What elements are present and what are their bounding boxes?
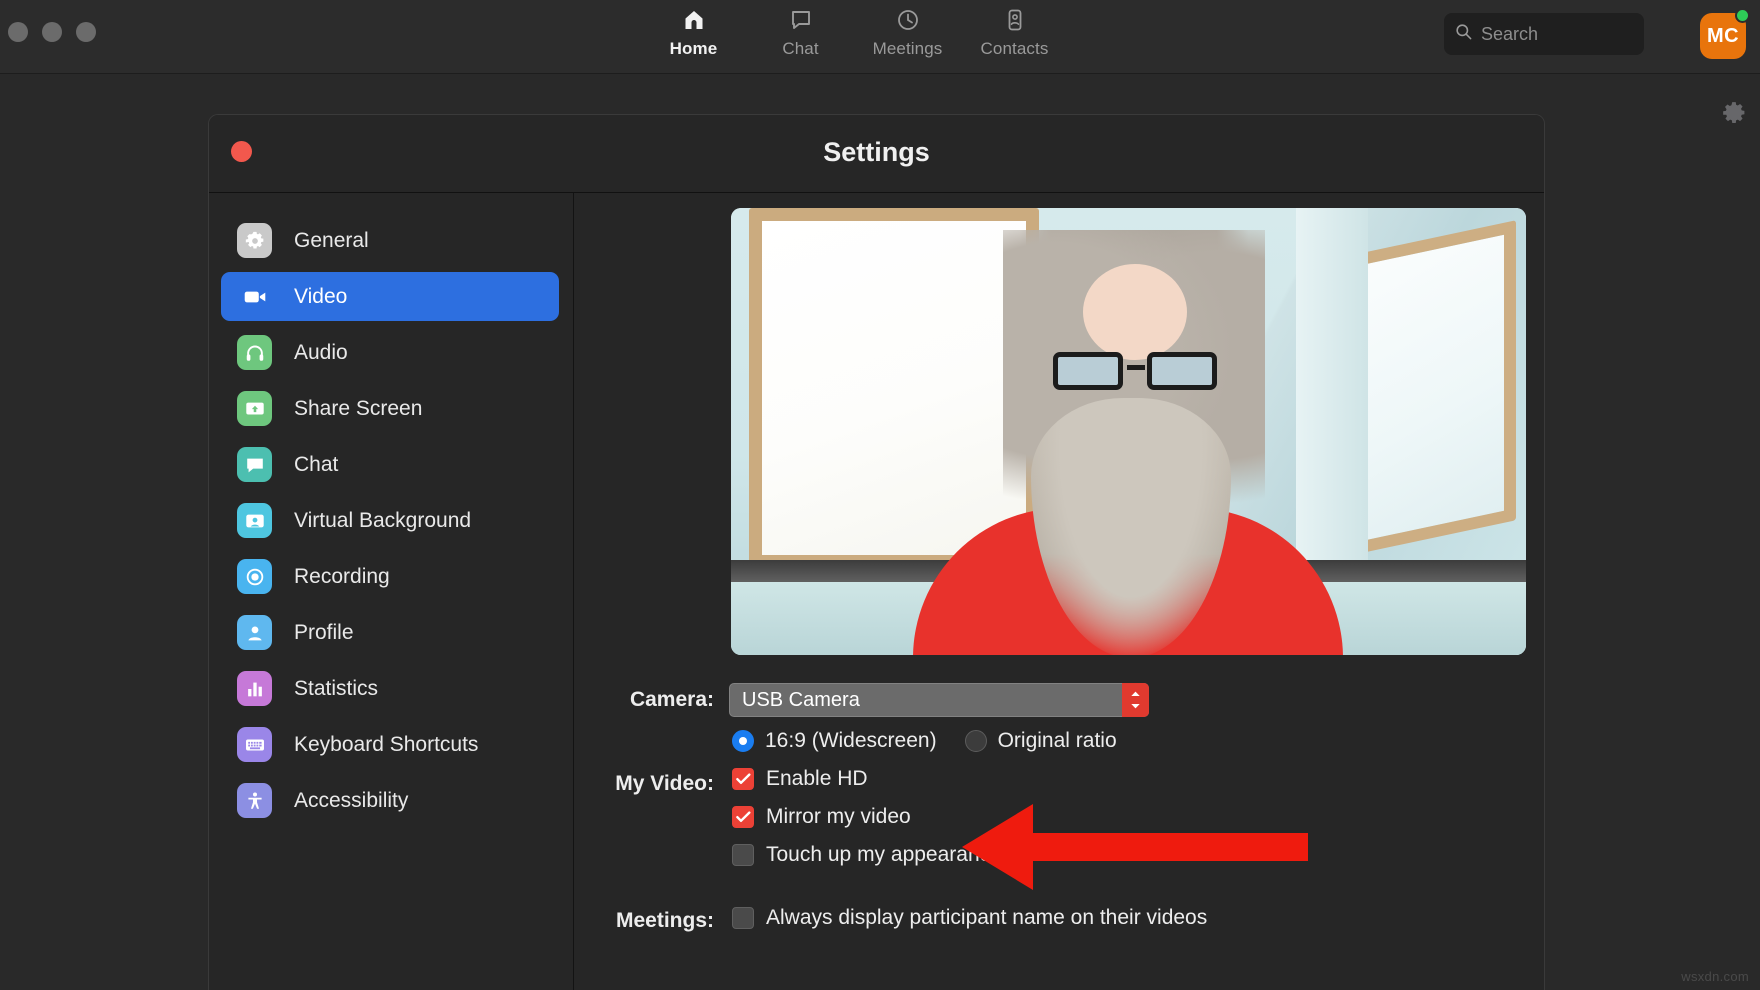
watermark: wsxdn.com <box>1681 969 1749 984</box>
window-traffic-lights[interactable] <box>8 22 96 42</box>
settings-body: General Video Audio Share Screen Chat Vi… <box>209 193 1544 990</box>
close-window-button[interactable] <box>8 22 28 42</box>
settings-header: Settings <box>209 115 1544 193</box>
sidebar-item-profile[interactable]: Profile <box>221 608 559 657</box>
maximize-window-button[interactable] <box>76 22 96 42</box>
checkbox-indicator <box>732 806 754 828</box>
presence-status-dot <box>1735 8 1750 23</box>
gear-icon[interactable] <box>1721 100 1747 126</box>
camera-select[interactable]: USB Camera <box>729 683 1149 717</box>
sidebar-item-label: Accessibility <box>294 788 409 812</box>
my-video-label: My Video: <box>615 772 714 795</box>
checkbox-mirror-my-video[interactable]: Mirror my video <box>732 805 1002 829</box>
radio-label: 16:9 (Widescreen) <box>765 729 937 752</box>
search-placeholder: Search <box>1481 23 1539 44</box>
checkbox-touch-up-my-appearance[interactable]: Touch up my appearance <box>732 843 1002 867</box>
sidebar-item-recording[interactable]: Recording <box>221 552 559 601</box>
checkbox-indicator <box>732 768 754 790</box>
virtual-background-icon <box>237 503 272 538</box>
clock-icon <box>896 6 920 34</box>
keyboard-icon <box>237 727 272 762</box>
sidebar-item-virtual-background[interactable]: Virtual Background <box>221 496 559 545</box>
tab-contacts-label: Contacts <box>980 39 1049 58</box>
minimize-window-button[interactable] <box>42 22 62 42</box>
person-icon <box>237 615 272 650</box>
camera-row: Camera: USB Camera <box>574 680 1544 720</box>
sidebar-item-general[interactable]: General <box>221 216 559 265</box>
radio-indicator <box>732 730 754 752</box>
checkbox-label: Mirror my video <box>766 805 911 828</box>
sidebar-item-chat[interactable]: Chat <box>221 440 559 489</box>
tab-contacts[interactable]: Contacts <box>961 6 1068 59</box>
sidebar-item-label: Virtual Background <box>294 508 472 532</box>
chevron-updown-icon[interactable] <box>1122 683 1149 717</box>
bar-chart-icon <box>237 671 272 706</box>
sidebar-item-label: Keyboard Shortcuts <box>294 732 479 756</box>
tab-chat[interactable]: Chat <box>747 6 854 59</box>
tab-meetings[interactable]: Meetings <box>854 6 961 59</box>
tab-chat-label: Chat <box>782 39 819 58</box>
sidebar-item-label: Profile <box>294 620 354 644</box>
radio-16-9-widescreen[interactable]: 16:9 (Widescreen) <box>732 729 937 753</box>
page-title: Settings <box>823 137 930 167</box>
checkbox-label: Touch up my appearance <box>766 843 1002 866</box>
video-camera-icon <box>237 279 272 314</box>
home-icon <box>682 6 706 34</box>
search-input[interactable]: Search <box>1444 13 1644 55</box>
tab-home-label: Home <box>669 39 718 58</box>
tab-meetings-label: Meetings <box>872 39 943 58</box>
sidebar-item-label: General <box>294 228 369 252</box>
settings-window: Settings General Video Audio Share Scree… <box>208 114 1545 990</box>
share-screen-icon <box>237 391 272 426</box>
sidebar-item-share-screen[interactable]: Share Screen <box>221 384 559 433</box>
record-icon <box>237 559 272 594</box>
checkbox-enable-hd[interactable]: Enable HD <box>732 767 1002 791</box>
zoom-app-window: Home Chat Meetings Contacts Search MC Se… <box>0 0 1760 990</box>
meetings-label: Meetings: <box>615 909 714 932</box>
chat-bubble-icon <box>237 447 272 482</box>
sidebar-item-label: Video <box>294 284 348 308</box>
avatar-initials: MC <box>1706 24 1740 47</box>
checkbox-always-display-participant-name[interactable]: Always display participant name on their… <box>732 906 1207 930</box>
contact-card-icon <box>1003 6 1027 34</box>
title-bar: Home Chat Meetings Contacts Search MC <box>0 0 1760 74</box>
radio-indicator <box>964 730 987 752</box>
camera-label: Camera: <box>629 688 714 711</box>
checkbox-indicator <box>732 844 754 866</box>
camera-select-value: USB Camera <box>742 688 860 711</box>
sidebar-item-keyboard-shortcuts[interactable]: Keyboard Shortcuts <box>221 720 559 769</box>
radio-original-ratio[interactable]: Original ratio <box>964 729 1117 753</box>
headphones-icon <box>237 335 272 370</box>
sidebar-item-label: Statistics <box>294 676 379 700</box>
accessibility-icon <box>237 783 272 818</box>
settings-sidebar: General Video Audio Share Screen Chat Vi… <box>209 193 574 990</box>
sidebar-item-label: Share Screen <box>294 396 423 420</box>
sidebar-item-label: Recording <box>294 564 390 588</box>
checkbox-label: Always display participant name on their… <box>766 906 1208 929</box>
tab-home[interactable]: Home <box>640 6 747 59</box>
checkbox-label: Enable HD <box>766 767 868 790</box>
sidebar-item-label: Audio <box>294 340 348 364</box>
sidebar-item-video[interactable]: Video <box>221 272 559 321</box>
sidebar-item-label: Chat <box>294 452 339 476</box>
video-settings-panel: Camera: USB Camera 16:9 (Widescreen) Ori… <box>574 193 1544 990</box>
aspect-ratio-row: 16:9 (Widescreen) Original ratio <box>574 729 1544 761</box>
search-icon <box>1454 22 1473 46</box>
sidebar-item-audio[interactable]: Audio <box>221 328 559 377</box>
main-nav-tabs: Home Chat Meetings Contacts <box>640 6 1068 59</box>
camera-preview <box>731 208 1526 655</box>
radio-label: Original ratio <box>997 729 1117 752</box>
chat-bubble-icon <box>789 6 813 34</box>
gear-icon <box>237 223 272 258</box>
checkbox-indicator <box>732 907 754 929</box>
